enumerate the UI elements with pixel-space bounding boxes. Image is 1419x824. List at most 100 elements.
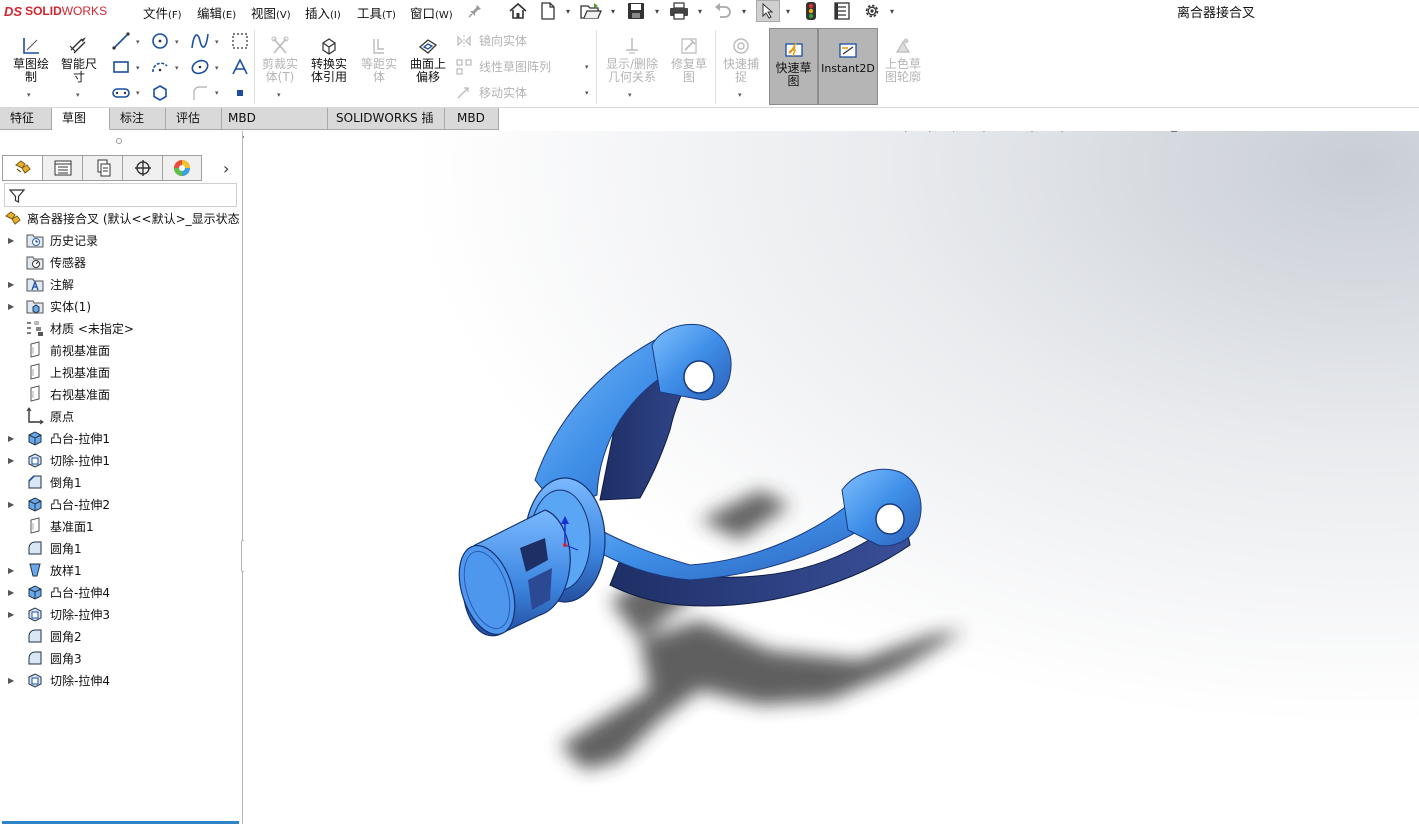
tree-item[interactable]: ▶ 实体(1): [0, 295, 242, 317]
line-icon[interactable]: [110, 30, 132, 52]
tree-filter-box[interactable]: [4, 183, 237, 207]
new-document-icon[interactable]: [537, 1, 559, 21]
rectangle-dropdown-icon[interactable]: ▾: [136, 64, 140, 72]
arc-dropdown-icon[interactable]: ▾: [175, 64, 179, 72]
panel-expand-arrow-icon[interactable]: ›: [223, 159, 229, 178]
tree-item[interactable]: ▶ 切除-拉伸3: [0, 603, 242, 625]
graphics-area[interactable]: ▾ ▾ ▾ ▾ ▾: [244, 131, 1419, 824]
rectangle-icon[interactable]: [110, 56, 132, 78]
trim-dropdown-icon[interactable]: ▾: [277, 91, 281, 99]
zoom-area-icon[interactable]: [924, 131, 948, 135]
construction-geometry-icon[interactable]: [229, 30, 251, 52]
tree-item[interactable]: 右视基准面: [0, 383, 242, 405]
tree-item[interactable]: ▶ 切除-拉伸4: [0, 669, 242, 691]
tab-mbd[interactable]: MBD: [445, 108, 499, 130]
instant2d-button[interactable]: Instant2D: [819, 36, 877, 75]
undo-dropdown-icon[interactable]: ▾: [742, 7, 746, 16]
ellipse-icon[interactable]: [189, 56, 211, 78]
expand-arrow-icon[interactable]: ▶: [8, 588, 16, 597]
text-icon[interactable]: [229, 56, 251, 78]
panel-grip[interactable]: [116, 138, 122, 144]
circle-dropdown-icon[interactable]: ▾: [175, 38, 179, 46]
save-dropdown-icon[interactable]: ▾: [655, 7, 659, 16]
tree-item[interactable]: 传感器: [0, 251, 242, 273]
dynamic-annotation-icon[interactable]: [996, 131, 1020, 135]
move-entities-button[interactable]: 移动实体: [455, 84, 527, 101]
section-view-icon[interactable]: [972, 131, 996, 135]
menu-edit[interactable]: 编辑(E): [197, 3, 236, 22]
tab-evaluate[interactable]: 评估: [166, 108, 222, 130]
circle-icon[interactable]: [149, 30, 171, 52]
menu-view[interactable]: 视图(V): [251, 3, 291, 22]
slot-icon[interactable]: [110, 82, 132, 104]
quick-snaps-dropdown-icon[interactable]: ▾: [738, 91, 742, 99]
polygon-icon[interactable]: [149, 82, 171, 104]
trim-entities-button[interactable]: 剪裁实 体(T): [258, 32, 302, 84]
rebuild-traffic-light-icon[interactable]: [800, 1, 822, 21]
tree-item[interactable]: ▶ 历史记录: [0, 229, 242, 251]
slot-dropdown-icon[interactable]: ▾: [136, 89, 140, 97]
clutch-fork-model[interactable]: [244, 131, 1419, 824]
tab-markup[interactable]: 标注: [110, 108, 166, 130]
select-dropdown-icon[interactable]: ▾: [786, 7, 790, 16]
new-dropdown-icon[interactable]: ▾: [566, 7, 570, 16]
tree-item[interactable]: 材质 <未指定>: [0, 317, 242, 339]
fillet-sketch-icon[interactable]: [189, 82, 211, 104]
smart-dimension-button[interactable]: 智能尺 寸: [57, 32, 101, 84]
tab-features[interactable]: 特征: [0, 108, 52, 130]
solidworks-logo[interactable]: DS SOLID WORKS: [4, 2, 107, 20]
offset-entities-button[interactable]: 等距实 体: [356, 32, 402, 84]
menu-window[interactable]: 窗口(W): [410, 3, 453, 22]
tree-item[interactable]: 圆角1: [0, 537, 242, 559]
smart-dimension-dropdown-icon[interactable]: ▾: [76, 91, 80, 99]
mirror-entities-button[interactable]: 镜向实体: [455, 32, 527, 49]
tree-item[interactable]: 前视基准面: [0, 339, 242, 361]
previous-view-icon[interactable]: [948, 131, 972, 135]
quick-snaps-button[interactable]: 快速捕 捉: [719, 32, 763, 84]
tab-sketch[interactable]: 草图: [52, 108, 110, 130]
convert-entities-button[interactable]: 转换实 体引用: [306, 32, 352, 84]
display-manager-icon[interactable]: [162, 155, 202, 181]
options-gear-icon[interactable]: [861, 1, 883, 21]
tree-item[interactable]: ▶ 凸台-拉伸1: [0, 427, 242, 449]
sketch-dropdown-icon[interactable]: ▾: [27, 91, 31, 99]
zoom-to-fit-icon[interactable]: [900, 131, 924, 135]
tree-item[interactable]: 圆角3: [0, 647, 242, 669]
expand-arrow-icon[interactable]: ▶: [8, 500, 16, 509]
open-dropdown-icon[interactable]: ▾: [611, 7, 615, 16]
tree-root-part[interactable]: 离合器接合叉 (默认<<默认>_显示状态: [0, 207, 242, 229]
apply-scene-icon[interactable]: [1133, 131, 1157, 135]
point-icon[interactable]: [229, 82, 251, 104]
view-orientation-icon[interactable]: [1020, 131, 1044, 135]
tree-item[interactable]: 圆角2: [0, 625, 242, 647]
hide-show-icon[interactable]: [1079, 131, 1103, 135]
tree-item[interactable]: ▶ 凸台-拉伸2: [0, 493, 242, 515]
menu-tools[interactable]: 工具(T): [357, 3, 396, 22]
expand-arrow-icon[interactable]: ▶: [8, 434, 16, 443]
offset-on-surface-button[interactable]: 曲面上 偏移: [405, 32, 451, 84]
display-delete-relations-button[interactable]: 显示/删除 几何关系: [601, 32, 663, 84]
configuration-manager-icon[interactable]: [82, 155, 122, 181]
dimxpert-icon[interactable]: [122, 155, 162, 181]
print-dropdown-icon[interactable]: ▾: [698, 7, 702, 16]
fillet-sketch-dropdown-icon[interactable]: ▾: [215, 89, 219, 97]
display-style-icon[interactable]: [1050, 131, 1074, 135]
expand-arrow-icon[interactable]: ▶: [8, 566, 16, 575]
tree-item[interactable]: 基准面1: [0, 515, 242, 537]
tree-item[interactable]: 原点: [0, 405, 242, 427]
linear-pattern-button[interactable]: 线性草图阵列: [455, 58, 551, 75]
sketch-button[interactable]: 草图绘 制: [8, 32, 54, 84]
expand-arrow-icon[interactable]: ▶: [8, 302, 16, 311]
tree-item[interactable]: ▶ 放样1: [0, 559, 242, 581]
view-settings-icon[interactable]: [1162, 131, 1186, 135]
edit-appearance-icon[interactable]: [1109, 131, 1133, 135]
pin-icon[interactable]: [464, 1, 486, 21]
open-icon[interactable]: [580, 1, 602, 21]
line-dropdown-icon[interactable]: ▾: [136, 38, 140, 46]
save-icon[interactable]: [625, 1, 647, 21]
move-dropdown-icon[interactable]: ▾: [585, 89, 589, 97]
spline-icon[interactable]: [189, 30, 211, 52]
expand-arrow-icon[interactable]: ▶: [8, 676, 16, 685]
shaded-sketch-contours-button[interactable]: 上色草 图轮廓: [880, 32, 926, 84]
tab-mbd-dimensions[interactable]: MBD Dimensions: [222, 108, 328, 146]
